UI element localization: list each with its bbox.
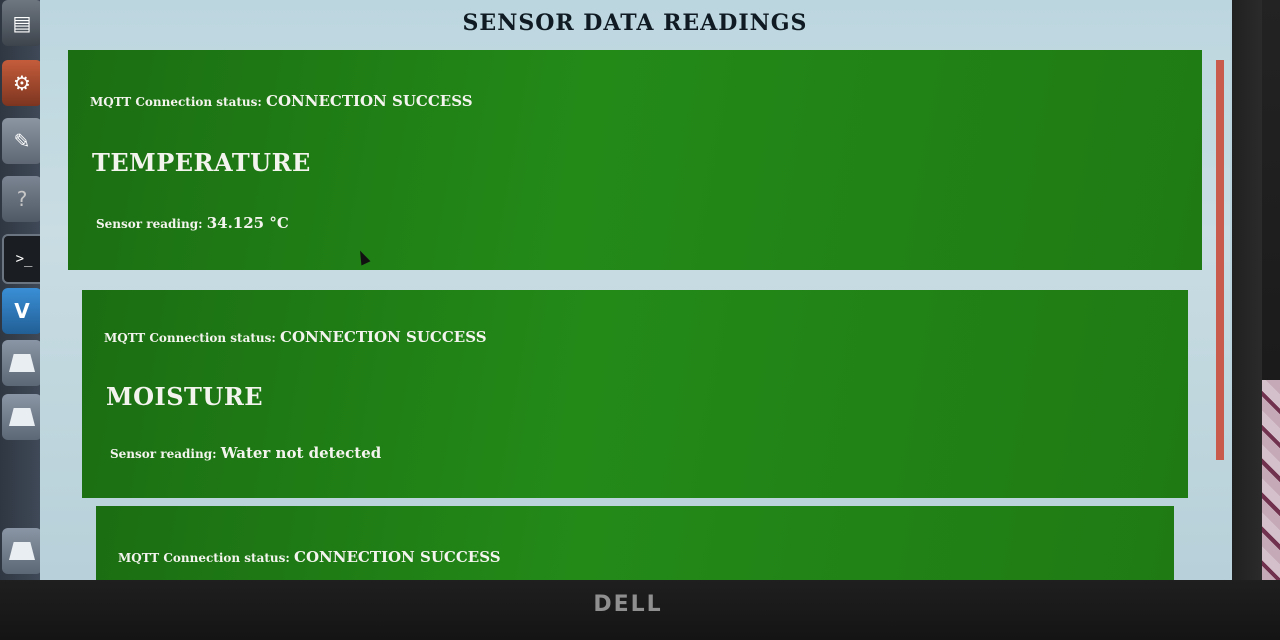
drive-icon[interactable]: [2, 394, 42, 440]
drive-icon[interactable]: [2, 340, 42, 386]
mqtt-status: MQTT Connection status: CONNECTION SUCCE…: [104, 328, 487, 346]
status-label: MQTT Connection status:: [90, 95, 262, 109]
screen: ▤ ⚙ ✎ ? >_ V SENSOR DATA READINGS MQTT C…: [0, 0, 1232, 580]
card-heading: TEMPERATURE: [92, 148, 311, 177]
sensor-card-3: MQTT Connection status: CONNECTION SUCCE…: [96, 506, 1174, 580]
trash-icon[interactable]: [2, 528, 42, 574]
vscode-icon[interactable]: V: [2, 288, 42, 334]
card-heading: MOISTURE: [106, 382, 264, 411]
reading-label: Sensor reading:: [96, 217, 203, 231]
status-value: CONNECTION SUCCESS: [280, 328, 487, 346]
settings-icon[interactable]: ⚙: [2, 60, 42, 106]
reading-value: 34.125 °C: [206, 214, 289, 232]
sensor-card-moisture: MQTT Connection status: CONNECTION SUCCE…: [82, 290, 1188, 498]
monitor-bezel-right: [1232, 0, 1262, 640]
files-icon[interactable]: ▤: [2, 0, 42, 46]
mqtt-status: MQTT Connection status: CONNECTION SUCCE…: [118, 548, 501, 566]
status-value: CONNECTION SUCCESS: [294, 548, 501, 566]
status-label: MQTT Connection status:: [104, 331, 276, 345]
status-label: MQTT Connection status:: [118, 551, 290, 565]
mqtt-status: MQTT Connection status: CONNECTION SUCCE…: [90, 92, 473, 110]
web-page: SENSOR DATA READINGS MQTT Connection sta…: [40, 0, 1230, 580]
reading-value: Water not detected: [220, 444, 382, 462]
status-value: CONNECTION SUCCESS: [266, 92, 473, 110]
monitor-frame: ▤ ⚙ ✎ ? >_ V SENSOR DATA READINGS MQTT C…: [0, 0, 1280, 640]
text-editor-icon[interactable]: ✎: [2, 118, 42, 164]
reading-label: Sensor reading:: [110, 447, 217, 461]
brand-logo: DELL: [593, 592, 663, 617]
help-icon[interactable]: ?: [2, 176, 42, 222]
page-title: SENSOR DATA READINGS: [462, 10, 808, 36]
sensor-reading: Sensor reading: 34.125 °C: [96, 214, 289, 232]
window-edge: [1216, 60, 1224, 460]
sensor-card-temperature: MQTT Connection status: CONNECTION SUCCE…: [68, 50, 1202, 270]
sensor-reading: Sensor reading: Water not detected: [110, 444, 381, 462]
